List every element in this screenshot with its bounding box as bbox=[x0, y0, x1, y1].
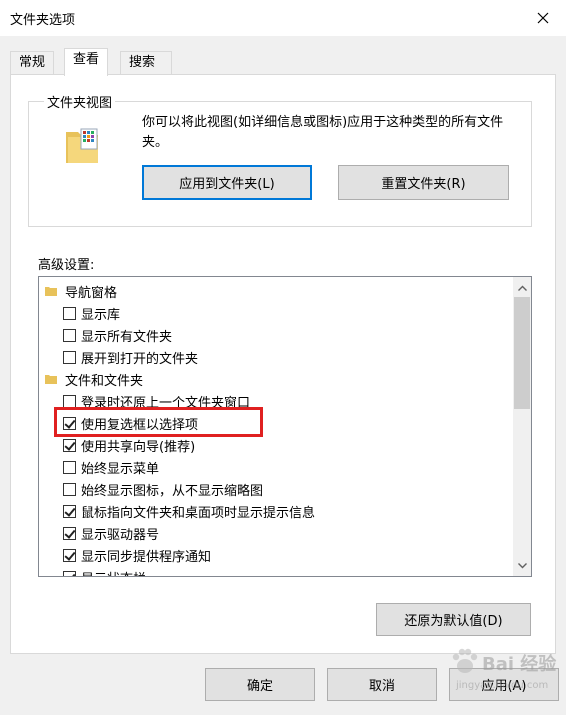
reset-folders-button[interactable]: 重置文件夹(R) bbox=[338, 165, 509, 200]
checkbox[interactable] bbox=[63, 416, 76, 430]
list-item[interactable]: 显示库 bbox=[63, 302, 120, 324]
ok-button[interactable]: 确定 bbox=[205, 668, 315, 701]
window-title: 文件夹选项 bbox=[10, 13, 76, 28]
checkbox[interactable] bbox=[63, 460, 76, 474]
list-item[interactable]: 始终显示菜单 bbox=[63, 456, 159, 478]
scroll-up-button[interactable] bbox=[513, 279, 531, 296]
list-item-label: 显示驱动器号 bbox=[81, 527, 160, 543]
list-item[interactable]: 使用复选框以选择项 bbox=[63, 412, 198, 434]
checkbox[interactable] bbox=[63, 526, 76, 540]
list-item[interactable]: 展开到打开的文件夹 bbox=[63, 346, 198, 368]
list-item-label: 显示所有文件夹 bbox=[81, 329, 173, 345]
checkbox[interactable] bbox=[63, 570, 76, 576]
list-item-label: 始终显示图标，从不显示缩略图 bbox=[81, 483, 264, 499]
list-item-label: 始终显示菜单 bbox=[81, 461, 160, 477]
tab-general[interactable]: 常规 bbox=[10, 51, 55, 75]
scroll-down-button[interactable] bbox=[513, 557, 531, 574]
list-item: 文件和文件夹 bbox=[45, 368, 143, 390]
folder-views-description: 你可以将此视图(如详细信息或图标)应用于这种类型的所有文件夹。 bbox=[142, 115, 504, 150]
checkbox[interactable] bbox=[63, 394, 76, 408]
list-item-label: 显示库 bbox=[81, 307, 121, 323]
list-item[interactable]: 登录时还原上一个文件夹窗口 bbox=[63, 390, 250, 412]
folder-small-icon bbox=[45, 375, 57, 384]
checkbox[interactable] bbox=[63, 328, 76, 342]
close-button[interactable] bbox=[520, 0, 566, 36]
list-item[interactable]: 显示同步提供程序通知 bbox=[63, 544, 211, 566]
list-item-label: 显示状态栏 bbox=[81, 568, 146, 577]
list-item-label: 使用共享向导(推荐) bbox=[81, 439, 196, 455]
list-item-label: 导航窗格 bbox=[65, 285, 118, 301]
checkbox[interactable] bbox=[63, 504, 76, 518]
advanced-settings-list[interactable]: 导航窗格 显示库 显示所有文件夹 展开到打开的文件夹 文件和文件夹 登录时还原上… bbox=[38, 276, 532, 577]
advanced-settings-label: 高级设置: bbox=[38, 258, 95, 273]
list-item-label: 鼠标指向文件夹和桌面项时显示提示信息 bbox=[81, 505, 316, 521]
list-item[interactable]: 显示驱动器号 bbox=[63, 522, 159, 544]
folder-small-icon bbox=[45, 287, 57, 296]
list-item[interactable]: 始终显示图标，从不显示缩略图 bbox=[63, 478, 263, 500]
apply-to-folders-button[interactable]: 应用到文件夹(L) bbox=[142, 165, 312, 200]
list-item-label: 使用复选框以选择项 bbox=[81, 417, 199, 433]
cancel-button[interactable]: 取消 bbox=[327, 668, 437, 701]
list-item-label: 展开到打开的文件夹 bbox=[81, 351, 199, 367]
list-item-label: 登录时还原上一个文件夹窗口 bbox=[81, 395, 251, 411]
list-item: 导航窗格 bbox=[45, 280, 117, 302]
scroll-thumb[interactable] bbox=[514, 297, 530, 409]
checkbox[interactable] bbox=[63, 350, 76, 364]
folder-view-icon bbox=[66, 128, 98, 163]
list-item[interactable]: 显示状态栏 bbox=[63, 566, 146, 577]
folder-views-legend: 文件夹视图 bbox=[44, 92, 116, 111]
list-item[interactable]: 鼠标指向文件夹和桌面项时显示提示信息 bbox=[63, 500, 315, 522]
list-item[interactable]: 显示所有文件夹 bbox=[63, 324, 172, 346]
checkbox[interactable] bbox=[63, 548, 76, 562]
apply-button[interactable]: 应用(A) bbox=[449, 668, 559, 701]
checkbox[interactable] bbox=[63, 482, 76, 496]
tab-search[interactable]: 搜索 bbox=[120, 51, 172, 75]
list-item-label: 文件和文件夹 bbox=[65, 373, 144, 389]
restore-defaults-button[interactable]: 还原为默认值(D) bbox=[376, 603, 531, 636]
tab-view[interactable]: 查看 bbox=[64, 48, 109, 76]
vertical-scrollbar[interactable] bbox=[513, 277, 531, 576]
chevron-down-icon bbox=[517, 562, 527, 568]
checkbox[interactable] bbox=[63, 438, 76, 452]
chevron-up-icon bbox=[517, 285, 527, 291]
title-bar: 文件夹选项 bbox=[0, 0, 566, 36]
list-item-label: 显示同步提供程序通知 bbox=[81, 549, 212, 565]
list-item[interactable]: 使用共享向导(推荐) bbox=[63, 434, 195, 456]
close-icon bbox=[537, 12, 549, 24]
checkbox[interactable] bbox=[63, 306, 76, 320]
